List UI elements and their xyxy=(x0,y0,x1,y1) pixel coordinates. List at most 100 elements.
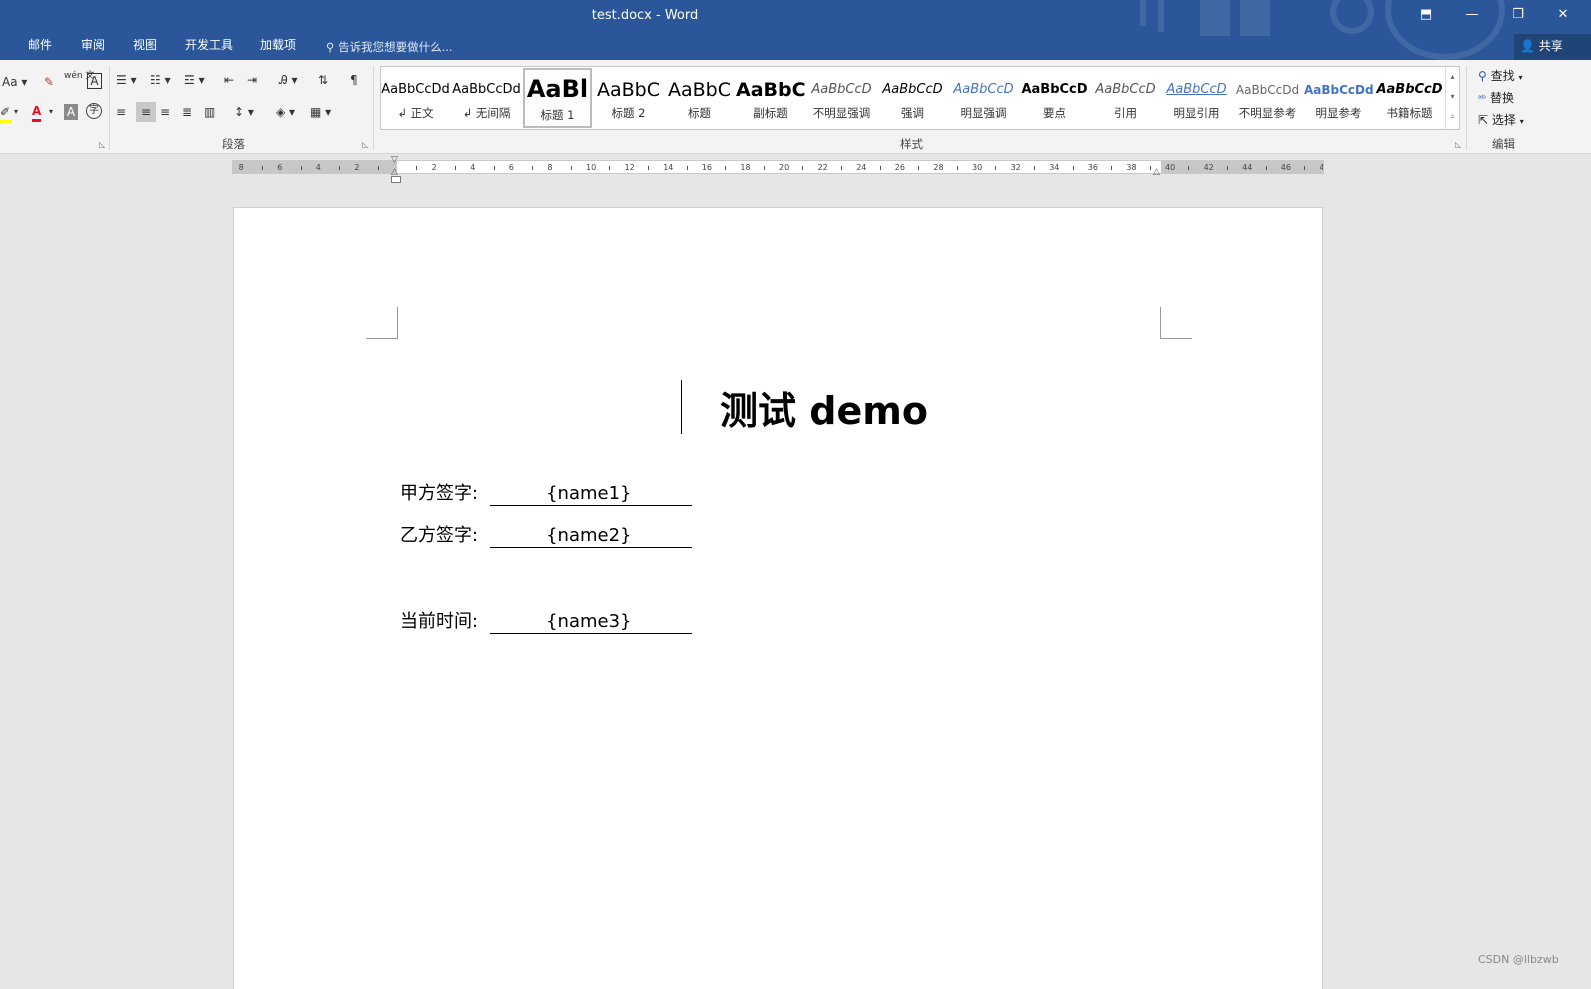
tab-add-ins[interactable]: 加载项 xyxy=(260,36,296,53)
document-page[interactable]: 测试 demo 甲方签字: {name1} 乙方签字: {name2} 当前时间: {… xyxy=(233,207,1323,989)
line-spacing-icon[interactable]: ↕ ▾ xyxy=(234,104,254,120)
ruler-tick xyxy=(802,166,804,170)
style-name: 要点 xyxy=(1043,106,1066,120)
ruler-number: 48 xyxy=(1319,163,1324,172)
style-name: 副标题 xyxy=(753,106,788,120)
replace-button[interactable]: ᵃᵇ 替换 xyxy=(1478,89,1514,106)
ruler-number: 36 xyxy=(1087,163,1098,172)
clear-formatting-icon[interactable]: ✎ xyxy=(44,74,54,90)
sort-icon[interactable]: ⇅ xyxy=(318,72,328,88)
left-indent-marker[interactable] xyxy=(391,176,401,183)
style-heading-2[interactable]: AaBbC 标题 2 xyxy=(594,68,663,128)
ruler-tick xyxy=(339,166,341,170)
bullets-icon[interactable]: ☰ ▾ xyxy=(116,72,137,88)
style-intense-emphasis[interactable]: AaBbCcD 明显强调 xyxy=(949,68,1018,128)
style-preview: AaBbC xyxy=(667,79,731,101)
phonetic-guide-button[interactable]: wén 文 xyxy=(64,72,94,81)
style-name: 强调 xyxy=(901,106,924,120)
style-preview: AaBbCcD xyxy=(882,82,943,97)
style-name: 标题 1 xyxy=(540,108,575,122)
ruler-number: 4 xyxy=(470,163,476,172)
more-styles-icon[interactable]: ⩡ xyxy=(1446,107,1459,127)
tab-mailings[interactable]: 邮件 xyxy=(28,36,52,53)
style-preview: AaBbCcDd xyxy=(452,82,521,97)
shading-icon[interactable]: ◈ ▾ xyxy=(276,104,295,120)
paragraph-dialog-launcher-icon[interactable]: ◺ xyxy=(362,140,368,149)
scroll-down-icon[interactable]: ▾ xyxy=(1446,87,1459,107)
enclose-characters-button[interactable]: 字 xyxy=(86,103,102,119)
style-intense-quote[interactable]: AaBbCcD 明显引用 xyxy=(1162,68,1231,128)
ruler-tick xyxy=(1149,166,1151,170)
ruler-tick xyxy=(956,166,958,170)
font-color-button[interactable]: A xyxy=(32,103,42,122)
ribbon-display-options-button[interactable]: ⬒ xyxy=(1411,4,1441,26)
tab-review[interactable]: 审阅 xyxy=(81,36,105,53)
ruler-tick xyxy=(454,166,456,170)
increase-indent-icon[interactable]: ⇥ xyxy=(247,72,257,88)
font-color-dropdown[interactable]: ▾ xyxy=(49,104,53,120)
tab-view[interactable]: 视图 xyxy=(133,36,157,53)
style-no-spacing[interactable]: AaBbCcDd ↲ 无间隔 xyxy=(452,68,521,128)
style-strong[interactable]: AaBbCcD 要点 xyxy=(1020,68,1089,128)
chinese-layout-icon[interactable]: Ꭿ ▾ xyxy=(279,72,298,88)
search-icon: ⚲ xyxy=(1478,69,1487,83)
change-case-button[interactable]: Aa ▾ xyxy=(2,74,27,90)
tell-me-search[interactable]: ⚲ 告诉我您想要做什么... xyxy=(326,39,453,55)
show-marks-icon[interactable]: ¶ xyxy=(350,72,358,88)
ruler-tick xyxy=(647,166,649,170)
style-intense-reference[interactable]: AaBbCcDd 明显参考 xyxy=(1304,68,1373,128)
style-name: 明显参考 xyxy=(1315,106,1362,120)
styles-dialog-launcher-icon[interactable]: ◺ xyxy=(1455,140,1461,149)
style-subtle-reference[interactable]: AaBbCcDd 不明显参考 xyxy=(1233,68,1302,128)
highlight-dropdown[interactable]: ▾ xyxy=(14,104,18,120)
align-right-icon[interactable]: ≡ xyxy=(160,104,170,120)
style-book-title[interactable]: AaBbCcD 书籍标题 xyxy=(1375,68,1444,128)
distributed-icon[interactable]: ▥ xyxy=(204,104,215,120)
tell-me-placeholder: 告诉我您想要做什么... xyxy=(338,40,453,54)
multilevel-list-icon[interactable]: ☲ ▾ xyxy=(184,72,205,88)
center-align-icon[interactable]: ≡ xyxy=(136,102,156,122)
numbering-icon[interactable]: ☷ ▾ xyxy=(150,72,171,88)
ruler-tick xyxy=(1033,166,1035,170)
title-bar: test.docx - Word ⬒ — ❐ ✕ 邮件 审阅 视图 开发工具 加… xyxy=(0,0,1591,60)
tab-developer[interactable]: 开发工具 xyxy=(185,36,233,53)
style-normal[interactable]: AaBbCcDd ↲ 正文 xyxy=(381,68,450,128)
hanging-indent-marker[interactable]: △ xyxy=(391,168,398,177)
style-name: ↲ 无间隔 xyxy=(462,106,511,120)
style-emphasis[interactable]: AaBbCcD 强调 xyxy=(878,68,947,128)
style-name: 明显强调 xyxy=(960,106,1007,120)
decrease-indent-icon[interactable]: ⇤ xyxy=(224,72,234,88)
character-border-button[interactable]: A xyxy=(87,73,102,89)
justify-icon[interactable]: ≣ xyxy=(182,104,192,120)
first-line-indent-marker[interactable]: ▽ xyxy=(391,156,398,165)
style-preview: AaBbCcD xyxy=(1166,82,1227,97)
style-quote[interactable]: AaBbCcD 引用 xyxy=(1091,68,1160,128)
highlight-icon[interactable]: ✐ xyxy=(0,104,12,123)
restore-button[interactable]: ❐ xyxy=(1503,4,1533,26)
align-left-icon[interactable]: ≡ xyxy=(116,104,126,120)
style-subtle-emphasis[interactable]: AaBbCcD 不明显强调 xyxy=(807,68,876,128)
find-button[interactable]: ⚲ 查找 ▾ xyxy=(1478,67,1522,84)
ruler-tick xyxy=(686,166,688,170)
minimize-button[interactable]: — xyxy=(1457,4,1487,26)
share-button[interactable]: 👤 共享 xyxy=(1514,34,1591,60)
ruler-number: 32 xyxy=(1010,163,1021,172)
ruler-tick xyxy=(1265,166,1267,170)
group-separator xyxy=(109,66,110,150)
style-title[interactable]: AaBbC 标题 xyxy=(665,68,734,128)
style-subtitle[interactable]: AaBbC 副标题 xyxy=(736,68,805,128)
ribbon: Aa ▾ ✎ wén 文 A ✐ ▾ A ▾ A 字 ☰ ▾ ☷ ▾ ☲ ▾ ⇤… xyxy=(0,60,1591,154)
scroll-up-icon[interactable]: ▴ xyxy=(1446,67,1459,87)
window-title: test.docx - Word xyxy=(591,8,699,23)
right-indent-marker[interactable]: △ xyxy=(1153,168,1160,177)
ruler-number: 14 xyxy=(663,163,674,172)
character-shading-button[interactable]: A xyxy=(64,104,78,120)
ruler-number: 46 xyxy=(1280,163,1291,172)
style-heading-1[interactable]: AaBl 标题 1 xyxy=(523,68,592,128)
ruler-number: 4 xyxy=(315,163,321,172)
font-dialog-launcher-icon[interactable]: ◺ xyxy=(99,140,105,149)
style-name: 标题 2 xyxy=(611,106,646,120)
borders-icon[interactable]: ▦ ▾ xyxy=(310,104,331,120)
select-button[interactable]: ⇱ 选择 ▾ xyxy=(1478,111,1524,128)
close-button[interactable]: ✕ xyxy=(1548,4,1578,26)
